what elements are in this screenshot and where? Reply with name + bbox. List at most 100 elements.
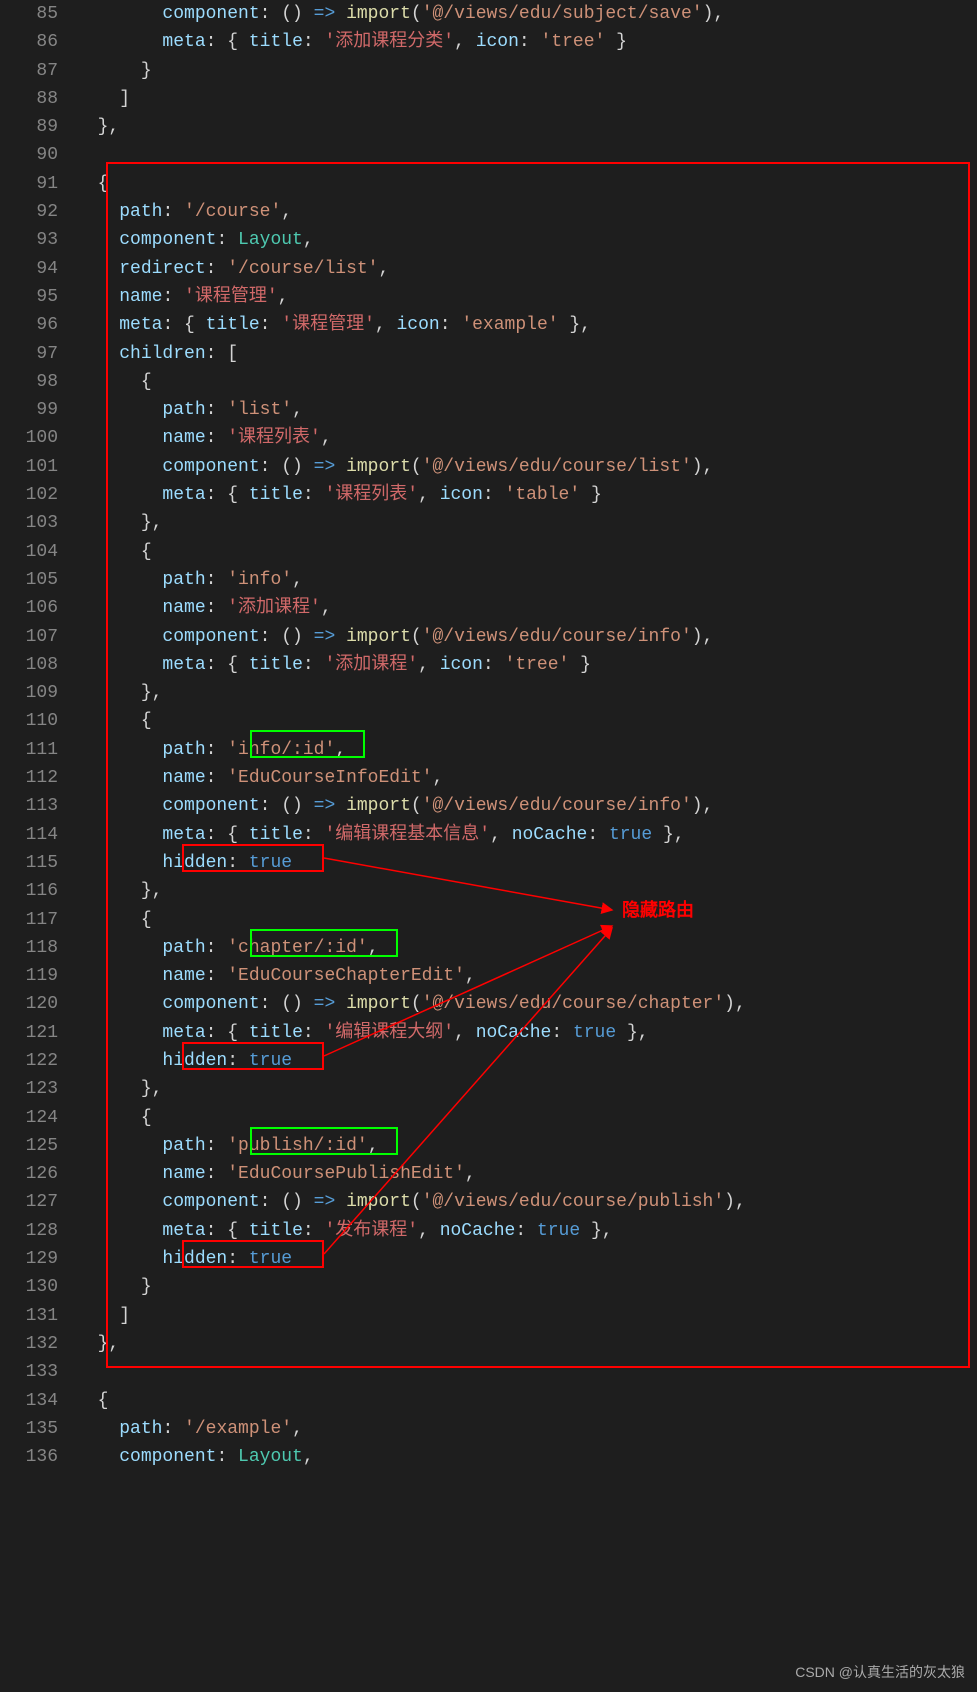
line-number: 106 [8,594,58,622]
line-number: 119 [8,962,58,990]
code-line[interactable]: }, [76,113,977,141]
code-line[interactable]: name: 'EduCoursePublishEdit', [76,1160,977,1188]
code-line[interactable]: path: 'info/:id', [76,736,977,764]
line-number: 133 [8,1358,58,1386]
line-number: 130 [8,1273,58,1301]
line-number: 117 [8,906,58,934]
line-number: 122 [8,1047,58,1075]
code-line[interactable]: component: () => import('@/views/edu/sub… [76,0,977,28]
code-line[interactable]: meta: { title: '编辑课程大纲', noCache: true }… [76,1019,977,1047]
code-line[interactable]: { [76,707,977,735]
code-editor[interactable]: 8586878889909192939495969798991001011021… [0,0,977,1692]
code-line[interactable]: name: 'EduCourseInfoEdit', [76,764,977,792]
code-line[interactable]: { [76,1104,977,1132]
code-line[interactable]: }, [76,679,977,707]
code-line[interactable]: component: Layout, [76,1443,977,1471]
line-number: 111 [8,736,58,764]
code-line[interactable]: { [76,538,977,566]
line-number: 136 [8,1443,58,1471]
code-line[interactable]: meta: { title: '添加课程', icon: 'tree' } [76,651,977,679]
code-line[interactable]: component: Layout, [76,226,977,254]
line-number: 134 [8,1387,58,1415]
watermark: CSDN @认真生活的灰太狼 [795,1658,965,1686]
code-line[interactable]: path: 'info', [76,566,977,594]
line-number: 85 [8,0,58,28]
code-line[interactable]: name: 'EduCourseChapterEdit', [76,962,977,990]
code-line[interactable]: } [76,1273,977,1301]
line-number: 112 [8,764,58,792]
line-number: 121 [8,1019,58,1047]
line-number: 99 [8,396,58,424]
code-line[interactable]: name: '课程管理', [76,283,977,311]
line-number: 127 [8,1188,58,1216]
line-number-gutter: 8586878889909192939495969798991001011021… [0,0,76,1692]
line-number: 120 [8,990,58,1018]
code-line[interactable]: path: 'list', [76,396,977,424]
code-line[interactable]: } [76,57,977,85]
code-line[interactable]: path: '/course', [76,198,977,226]
line-number: 115 [8,849,58,877]
line-number: 103 [8,509,58,537]
code-line[interactable]: hidden: true [76,1245,977,1273]
line-number: 104 [8,538,58,566]
line-number: 135 [8,1415,58,1443]
line-number: 87 [8,57,58,85]
line-number: 95 [8,283,58,311]
line-number: 89 [8,113,58,141]
code-line[interactable]: meta: { title: '发布课程', noCache: true }, [76,1217,977,1245]
line-number: 97 [8,340,58,368]
code-line[interactable]: ] [76,85,977,113]
line-number: 105 [8,566,58,594]
code-line[interactable]: component: () => import('@/views/edu/cou… [76,990,977,1018]
line-number: 108 [8,651,58,679]
line-number: 128 [8,1217,58,1245]
code-line[interactable]: component: () => import('@/views/edu/cou… [76,453,977,481]
code-line[interactable]: component: () => import('@/views/edu/cou… [76,792,977,820]
code-line[interactable]: ] [76,1302,977,1330]
code-line[interactable] [76,141,977,169]
line-number: 90 [8,141,58,169]
line-number: 98 [8,368,58,396]
code-line[interactable]: }, [76,509,977,537]
code-line[interactable]: meta: { title: '课程列表', icon: 'table' } [76,481,977,509]
line-number: 114 [8,821,58,849]
code-line[interactable]: name: '课程列表', [76,424,977,452]
line-number: 110 [8,707,58,735]
line-number: 96 [8,311,58,339]
code-line[interactable]: hidden: true [76,849,977,877]
code-line[interactable]: path: '/example', [76,1415,977,1443]
code-line[interactable]: children: [ [76,340,977,368]
code-line[interactable]: { [76,368,977,396]
line-number: 116 [8,877,58,905]
line-number: 124 [8,1104,58,1132]
code-line[interactable] [76,1358,977,1386]
line-number: 113 [8,792,58,820]
code-line[interactable]: hidden: true [76,1047,977,1075]
code-line[interactable]: component: () => import('@/views/edu/cou… [76,623,977,651]
code-line[interactable]: meta: { title: '编辑课程基本信息', noCache: true… [76,821,977,849]
line-number: 91 [8,170,58,198]
code-line[interactable]: meta: { title: '课程管理', icon: 'example' }… [76,311,977,339]
line-number: 93 [8,226,58,254]
line-number: 88 [8,85,58,113]
code-line[interactable]: redirect: '/course/list', [76,255,977,283]
line-number: 101 [8,453,58,481]
code-line[interactable]: name: '添加课程', [76,594,977,622]
code-line[interactable]: { [76,906,977,934]
code-line[interactable]: { [76,170,977,198]
code-line[interactable]: }, [76,1075,977,1103]
code-line[interactable]: component: () => import('@/views/edu/cou… [76,1188,977,1216]
code-area[interactable]: component: () => import('@/views/edu/sub… [76,0,977,1692]
line-number: 86 [8,28,58,56]
code-line[interactable]: meta: { title: '添加课程分类', icon: 'tree' } [76,28,977,56]
line-number: 107 [8,623,58,651]
code-line[interactable]: }, [76,877,977,905]
line-number: 123 [8,1075,58,1103]
code-line[interactable]: }, [76,1330,977,1358]
code-line[interactable]: path: 'publish/:id', [76,1132,977,1160]
line-number: 132 [8,1330,58,1358]
code-line[interactable]: { [76,1387,977,1415]
line-number: 131 [8,1302,58,1330]
line-number: 109 [8,679,58,707]
code-line[interactable]: path: 'chapter/:id', [76,934,977,962]
